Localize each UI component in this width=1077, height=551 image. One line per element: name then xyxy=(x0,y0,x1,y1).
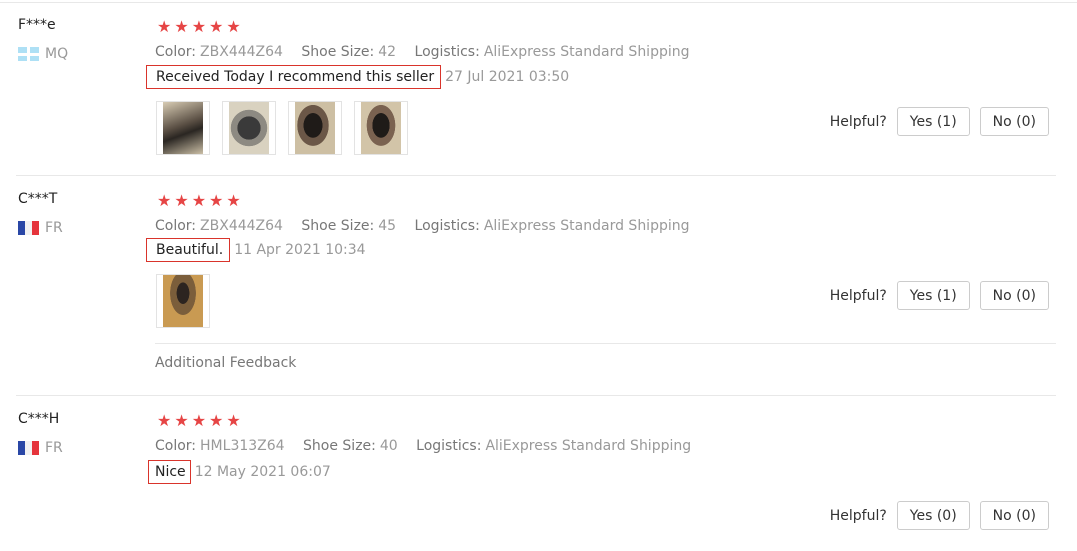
star-icon: ★ xyxy=(157,191,172,210)
shoe-size-label: Shoe Size: xyxy=(303,438,376,454)
review-content: Beautiful. 11 Apr 2021 10:34 xyxy=(146,238,366,262)
shoe-size-value: 45 xyxy=(378,218,397,234)
reviewer-name: F***e xyxy=(18,17,56,33)
star-rating: ★ ★ ★ ★ ★ xyxy=(157,19,241,35)
star-icon: ★ xyxy=(209,191,224,210)
star-icon: ★ xyxy=(209,17,224,36)
order-info: Color: ZBX444Z64 Shoe Size: 42 Logistics: A… xyxy=(155,44,704,60)
helpful-yes-button[interactable]: Yes (1) xyxy=(896,107,970,136)
color-value: ZBX444Z64 xyxy=(200,44,283,60)
logistics-label: Logistics: xyxy=(414,44,480,60)
star-icon: ★ xyxy=(157,411,172,430)
martinique-flag-icon xyxy=(18,47,39,61)
reviewer-country: FR xyxy=(18,220,63,236)
logistics-label: Logistics: xyxy=(416,438,482,454)
star-icon: ★ xyxy=(174,411,189,430)
logistics-value: AliExpress Standard Shipping xyxy=(483,44,690,60)
review-photo-thumbnail[interactable] xyxy=(354,101,408,155)
country-code: MQ xyxy=(45,46,69,62)
star-icon: ★ xyxy=(157,17,172,36)
review-photos xyxy=(156,101,408,155)
review-photo-thumbnail[interactable] xyxy=(288,101,342,155)
france-flag-icon xyxy=(18,441,39,455)
color-label: Color: xyxy=(155,438,197,454)
order-info: Color: HML313Z64 Shoe Size: 40 Logistics: A… xyxy=(155,438,705,454)
shoe-size-value: 42 xyxy=(378,44,397,60)
helpful-no-button[interactable]: No (0) xyxy=(979,501,1049,530)
shoe-size-label: Shoe Size: xyxy=(301,218,375,234)
review-photo-thumbnail[interactable] xyxy=(156,274,210,328)
helpful-label: Helpful? xyxy=(829,113,887,130)
logistics-value: AliExpress Standard Shipping xyxy=(483,218,690,234)
review-date: 11 Apr 2021 10:34 xyxy=(234,242,366,258)
review-content: Received Today I recommend this seller 2… xyxy=(146,65,569,89)
review-divider xyxy=(16,175,1056,176)
reviewer-name: C***T xyxy=(18,191,58,207)
shoe-size-value: 40 xyxy=(379,438,398,454)
top-divider xyxy=(0,2,1077,3)
review-comment: Nice xyxy=(148,460,191,484)
helpful-vote: Helpful? Yes (1) No (0) xyxy=(830,107,1049,136)
logistics-label: Logistics: xyxy=(414,218,480,234)
country-code: FR xyxy=(45,220,63,236)
review-divider xyxy=(16,395,1056,396)
review-photo-thumbnail[interactable] xyxy=(156,101,210,155)
additional-feedback-link[interactable]: Additional Feedback xyxy=(155,355,296,371)
helpful-label: Helpful? xyxy=(829,507,887,524)
color-label: Color: xyxy=(155,218,197,234)
star-icon: ★ xyxy=(174,17,189,36)
helpful-no-button[interactable]: No (0) xyxy=(979,107,1049,136)
helpful-label: Helpful? xyxy=(829,287,887,304)
review-comment: Received Today I recommend this seller xyxy=(146,65,442,89)
star-icon: ★ xyxy=(191,191,207,210)
helpful-yes-button[interactable]: Yes (1) xyxy=(896,281,970,310)
reviewer-name: C***H xyxy=(18,411,60,427)
shoe-size-label: Shoe Size: xyxy=(301,44,375,60)
france-flag-icon xyxy=(18,221,39,235)
color-value: HML313Z64 xyxy=(200,438,285,454)
star-icon: ★ xyxy=(174,191,189,210)
color-value: ZBX444Z64 xyxy=(200,218,283,234)
star-icon: ★ xyxy=(226,411,241,430)
helpful-yes-button[interactable]: Yes (0) xyxy=(896,501,970,530)
review-comment: Beautiful. xyxy=(146,238,231,262)
reviewer-country: MQ xyxy=(18,46,68,62)
star-icon: ★ xyxy=(226,191,241,210)
star-icon: ★ xyxy=(191,411,207,430)
review-date: 12 May 2021 06:07 xyxy=(194,464,331,480)
review-photos xyxy=(156,274,210,328)
reviewer-country: FR xyxy=(18,440,63,456)
review-photo-thumbnail[interactable] xyxy=(222,101,276,155)
additional-feedback-divider xyxy=(155,343,1056,344)
review-date: 27 Jul 2021 03:50 xyxy=(445,69,570,85)
star-icon: ★ xyxy=(191,17,207,36)
helpful-vote: Helpful? Yes (0) No (0) xyxy=(830,501,1049,530)
color-label: Color: xyxy=(155,44,197,60)
logistics-value: AliExpress Standard Shipping xyxy=(485,438,692,454)
star-rating: ★ ★ ★ ★ ★ xyxy=(157,413,241,429)
order-info: Color: ZBX444Z64 Shoe Size: 45 Logistics: A… xyxy=(155,218,704,234)
helpful-vote: Helpful? Yes (1) No (0) xyxy=(830,281,1049,310)
star-rating: ★ ★ ★ ★ ★ xyxy=(157,193,241,209)
star-icon: ★ xyxy=(209,411,224,430)
review-content: Nice 12 May 2021 06:07 xyxy=(148,460,331,484)
star-icon: ★ xyxy=(226,17,241,36)
helpful-no-button[interactable]: No (0) xyxy=(979,281,1049,310)
country-code: FR xyxy=(45,440,63,456)
